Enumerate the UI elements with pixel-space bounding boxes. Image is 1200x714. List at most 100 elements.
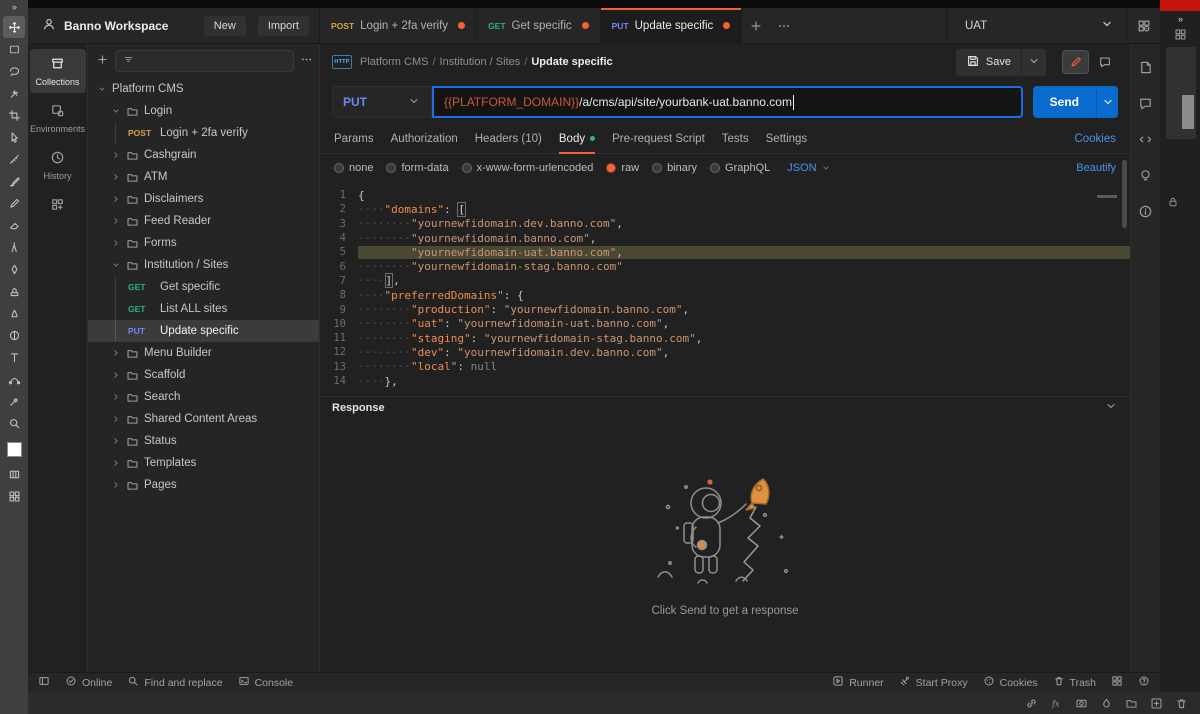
- rail-item-environments[interactable]: Environments: [30, 96, 86, 140]
- tree-item-atm[interactable]: ATM: [88, 166, 319, 188]
- tab-authorization[interactable]: Authorization: [391, 124, 458, 153]
- code-line-5[interactable]: 5········"yournewfidomain-uat.banno.com"…: [320, 245, 1130, 259]
- more-tabs-button[interactable]: [770, 8, 798, 43]
- panel-scrollbar[interactable]: [1122, 160, 1127, 228]
- tab-body[interactable]: Body: [559, 124, 595, 153]
- code-line-1[interactable]: 1{: [320, 188, 1130, 202]
- collapse-response-button[interactable]: [1104, 399, 1118, 416]
- color-picker-tool[interactable]: [3, 390, 25, 412]
- new-tab-button[interactable]: [742, 8, 770, 43]
- tree-item-platform-cms[interactable]: Platform CMS: [88, 78, 319, 100]
- tab-settings[interactable]: Settings: [766, 124, 808, 153]
- rail-item-history[interactable]: History: [30, 143, 86, 187]
- mode-none[interactable]: none: [334, 162, 373, 174]
- camera-icon[interactable]: [1075, 697, 1088, 710]
- pencil-tool[interactable]: [3, 192, 25, 214]
- chevron-down-icon[interactable]: [110, 260, 121, 270]
- mode-x-www-form-urlencoded[interactable]: x-www-form-urlencoded: [462, 162, 594, 174]
- tree-item-login[interactable]: Login: [88, 100, 319, 122]
- chevron-right-icon[interactable]: [110, 238, 121, 248]
- tree-item-login-2fa-verify[interactable]: POSTLogin + 2fa verify: [88, 122, 319, 144]
- code-line-10[interactable]: 10········"uat": "yournewfidomain-uat.ba…: [320, 317, 1130, 331]
- tree-item-get-specific[interactable]: GETGet specific: [88, 276, 319, 298]
- status-windows-grid[interactable]: [1111, 675, 1123, 690]
- chevron-right-icon[interactable]: [110, 436, 121, 446]
- tree-item-update-specific[interactable]: PUTUpdate specific: [88, 320, 319, 342]
- chevron-right-icon[interactable]: [110, 480, 121, 490]
- send-options-button[interactable]: [1096, 86, 1118, 118]
- breadcrumb-segment[interactable]: Institution / Sites: [440, 56, 521, 68]
- request-tab-update-specific[interactable]: PUTUpdate specific: [601, 8, 743, 43]
- mode-graphql[interactable]: GraphQL: [710, 162, 770, 174]
- tree-item-search[interactable]: Search: [88, 386, 319, 408]
- plus-box-icon[interactable]: [1150, 697, 1163, 710]
- code-icon[interactable]: [1138, 132, 1153, 147]
- move-tool[interactable]: [3, 16, 25, 38]
- tree-item-status[interactable]: Status: [88, 430, 319, 452]
- comments-button[interactable]: [1091, 50, 1118, 74]
- status-cookies[interactable]: Cookies: [983, 675, 1038, 690]
- folder-icon[interactable]: [1125, 697, 1138, 710]
- code-line-9[interactable]: 9········"production": "yournewfidomain.…: [320, 302, 1130, 316]
- tree-item-list-all-sites[interactable]: GETList ALL sites: [88, 298, 319, 320]
- transform-tool[interactable]: [3, 126, 25, 148]
- gradient-tool[interactable]: [3, 463, 25, 485]
- dodge-burn-tool[interactable]: [3, 324, 25, 346]
- chevron-right-icon[interactable]: [110, 458, 121, 468]
- status-trash[interactable]: Trash: [1053, 675, 1096, 690]
- environment-selector[interactable]: UAT: [946, 8, 1126, 43]
- dock-scrollbar[interactable]: [1182, 95, 1194, 129]
- rect-select-tool[interactable]: [3, 38, 25, 60]
- ink-tool[interactable]: [3, 258, 25, 280]
- tree-item-templates[interactable]: Templates: [88, 452, 319, 474]
- status-layout[interactable]: [38, 675, 50, 690]
- editor-scrollbar[interactable]: [1097, 195, 1117, 198]
- breadcrumb-segment[interactable]: Platform CMS: [360, 56, 428, 68]
- code-line-14[interactable]: 14····},: [320, 374, 1130, 388]
- request-tab-login-2fa-verify[interactable]: POSTLogin + 2fa verify: [320, 8, 477, 43]
- import-button[interactable]: Import: [258, 16, 309, 36]
- chevron-right-icon[interactable]: [110, 348, 121, 358]
- chevron-right-icon[interactable]: [110, 150, 121, 160]
- crop-tool[interactable]: [3, 104, 25, 126]
- dock-menu-icon[interactable]: [1160, 28, 1200, 41]
- status-runner[interactable]: Runner: [832, 675, 883, 690]
- url-input[interactable]: {{PLATFORM_DOMAIN}}/a/cms/api/site/yourb…: [432, 86, 1023, 118]
- code-line-11[interactable]: 11········"staging": "yournewfidomain-st…: [320, 331, 1130, 345]
- new-button[interactable]: New: [204, 16, 246, 36]
- tree-item-shared-content-areas[interactable]: Shared Content Areas: [88, 408, 319, 430]
- zoom-tool[interactable]: [3, 412, 25, 434]
- comment-icon[interactable]: [1138, 96, 1153, 111]
- tab-params[interactable]: Params: [334, 124, 374, 153]
- doc-icon[interactable]: [1138, 60, 1153, 75]
- fx-icon[interactable]: fx: [1050, 697, 1063, 710]
- tree-item-forms[interactable]: Forms: [88, 232, 319, 254]
- airbrush-tool[interactable]: [3, 236, 25, 258]
- send-button[interactable]: Send: [1033, 86, 1096, 118]
- smudge-tool[interactable]: [3, 302, 25, 324]
- tree-item-pages[interactable]: Pages: [88, 474, 319, 496]
- chevron-right-icon[interactable]: [110, 172, 121, 182]
- code-line-4[interactable]: 4········"yournewfidomain.banno.com",: [320, 231, 1130, 245]
- code-line-6[interactable]: 6········"yournewfidomain-stag.banno.com…: [320, 259, 1130, 273]
- tree-item-scaffold[interactable]: Scaffold: [88, 364, 319, 386]
- method-select[interactable]: PUT: [332, 86, 432, 118]
- workspace-name[interactable]: Banno Workspace: [64, 19, 196, 33]
- text-tool-tool[interactable]: [3, 346, 25, 368]
- tree-item-menu-builder[interactable]: Menu Builder: [88, 342, 319, 364]
- mode-form-data[interactable]: form-data: [386, 162, 448, 174]
- trash-icon[interactable]: [1175, 697, 1188, 710]
- chevron-right-icon[interactable]: [110, 216, 121, 226]
- add-collection-button[interactable]: [96, 53, 109, 69]
- chevron-down-icon[interactable]: [110, 106, 121, 116]
- edit-mode-button[interactable]: [1062, 50, 1089, 74]
- mode-raw[interactable]: raw: [606, 162, 639, 174]
- free-select-tool[interactable]: [3, 60, 25, 82]
- chevron-right-icon[interactable]: [110, 194, 121, 204]
- filter-input[interactable]: [115, 50, 294, 72]
- status-find-and-replace[interactable]: Find and replace: [127, 675, 222, 690]
- cookies-link[interactable]: Cookies: [1074, 133, 1116, 145]
- request-tab-get-specific[interactable]: GETGet specific: [477, 8, 601, 43]
- link-icon[interactable]: [1025, 697, 1038, 710]
- tab-pre-request-script[interactable]: Pre-request Script: [612, 124, 705, 153]
